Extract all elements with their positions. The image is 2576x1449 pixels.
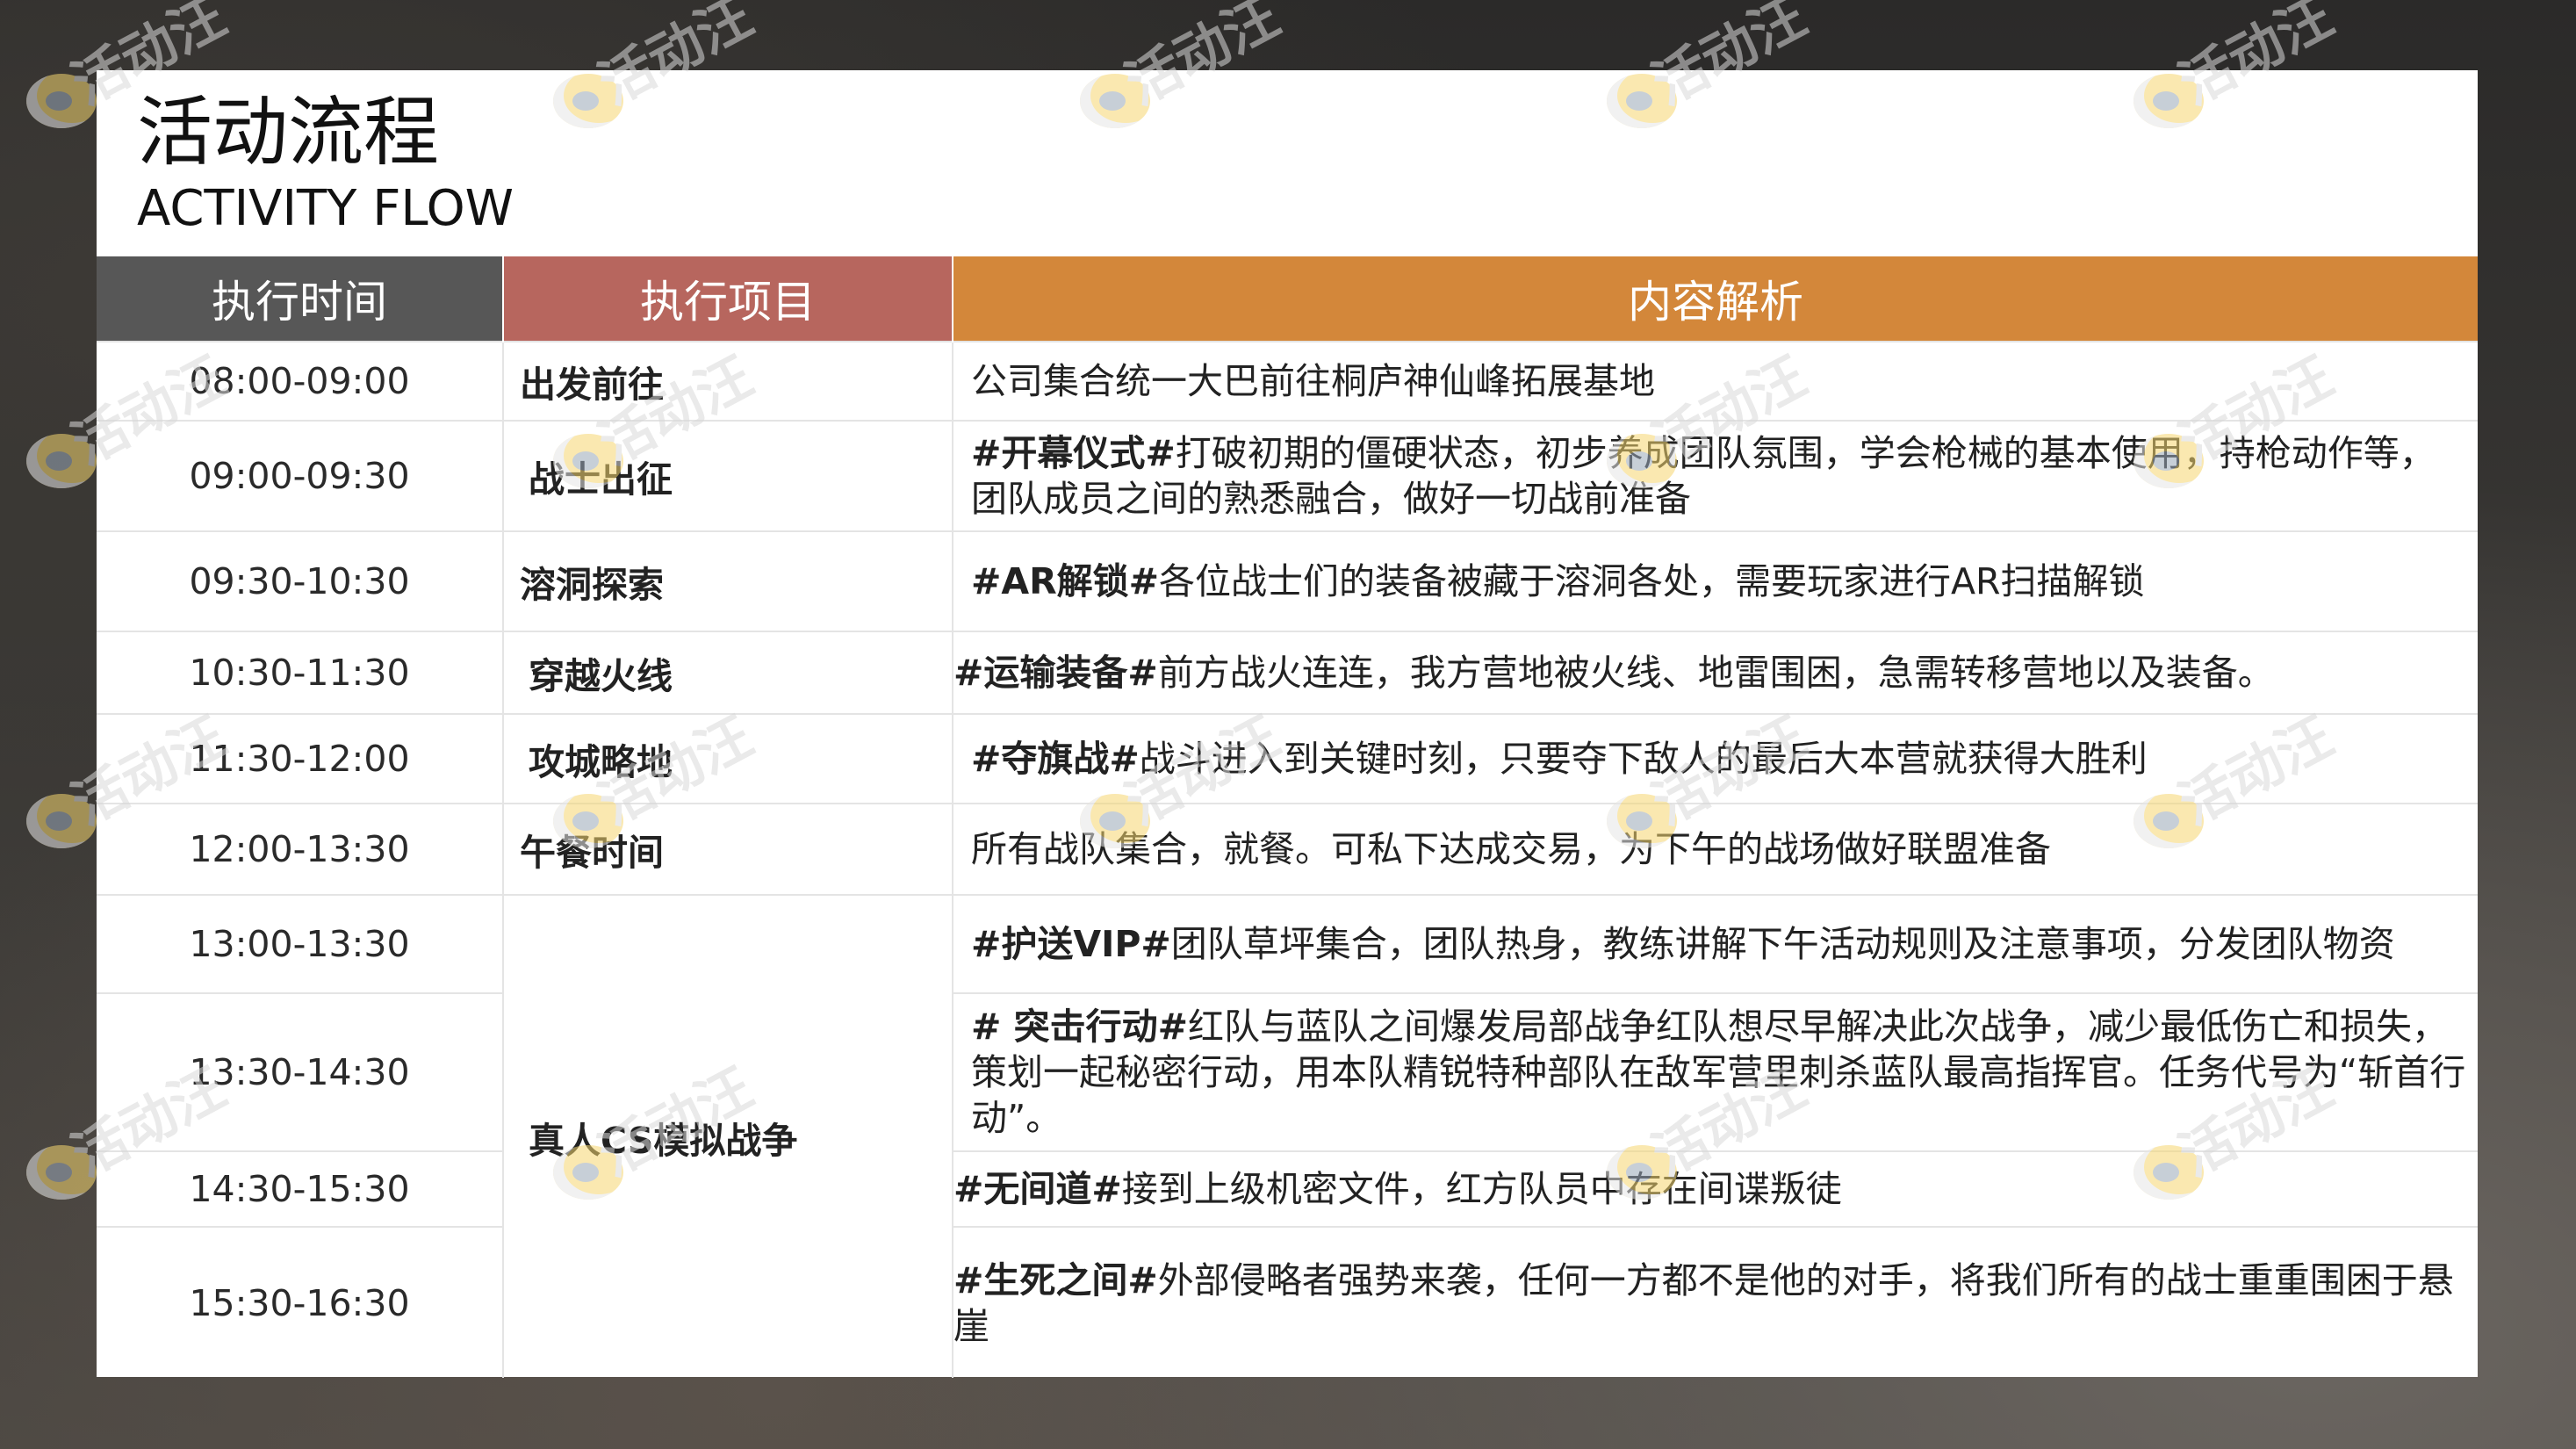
desc-cell: #无间道#接到上级机密文件，红方队员中存在间谍叛徒 xyxy=(953,1150,2478,1227)
header-desc: 内容解析 xyxy=(953,256,2478,342)
time-cell: 09:00-09:30 xyxy=(97,420,504,531)
time-cell: 12:00-13:30 xyxy=(97,803,504,895)
desc-text: 打破初期的僵硬状态，初步养成团队氛围，学会枪械的基本使用，持枪动作等，团队成员之… xyxy=(971,432,2436,520)
table-row: 14:30-15:30 #无间道#接到上级机密文件，红方队员中存在间谍叛徒 xyxy=(97,1150,2478,1227)
desc-text: 各位战士们的装备被藏于溶洞各处，需要玩家进行AR扫描解锁 xyxy=(1159,560,2145,602)
desc-tag: #夺旗战# xyxy=(971,738,1140,780)
table-row: 13:30-14:30 # 突击行动#红队与蓝队之间爆发局部战争红队想尽早解决此… xyxy=(97,992,2478,1151)
desc-tag: #护送VIP# xyxy=(971,923,1171,965)
desc-text: 外部侵略者强势来袭，任何一方都不是他的对手，将我们所有的战士重重围困于悬崖 xyxy=(953,1258,2454,1347)
table-row: 13:00-13:30 真人CS模拟战争 #护送VIP#团队草坪集合，团队热身，… xyxy=(97,894,2478,1378)
desc-cell: #运输装备#前方战火连连，我方营地被火线、地雷围困，急需转移营地以及装备。 xyxy=(953,631,2478,714)
page-title: 活动流程 xyxy=(137,89,439,177)
schedule-table: 执行时间 执行项目 内容解析 08:00-09:00 出发前往 公司集合统一大巴… xyxy=(97,256,2478,1378)
item-cell-merged: 真人CS模拟战争 xyxy=(503,894,953,1378)
desc-cell: #护送VIP#团队草坪集合，团队热身，教练讲解下午活动规则及注意事项，分发团队物… xyxy=(953,894,2478,993)
header-item: 执行项目 xyxy=(503,256,953,342)
table-row: 10:30-11:30 穿越火线 #运输装备#前方战火连连，我方营地被火线、地雷… xyxy=(97,631,2478,714)
desc-text: 战斗进入到关键时刻，只要夺下敌人的最后大本营就获得大胜利 xyxy=(1139,738,2148,780)
desc-tag: #生死之间# xyxy=(953,1258,1158,1301)
item-cell: 出发前往 xyxy=(503,341,953,421)
time-cell: 13:00-13:30 xyxy=(97,894,504,993)
desc-tag: #AR解锁# xyxy=(971,560,1160,602)
time-cell: 09:30-10:30 xyxy=(97,530,504,631)
desc-cell: 公司集合统一大巴前往桐庐神仙峰拓展基地 xyxy=(953,341,2478,421)
title-block: 活动流程 ACTIVITY FLOW xyxy=(137,84,514,237)
table-row: 11:30-12:00 攻城略地 #夺旗战#战斗进入到关键时刻，只要夺下敌人的最… xyxy=(97,713,2478,804)
table-row: 12:00-13:30 午餐时间 所有战队集合，就餐。可私下达成交易，为下午的战… xyxy=(97,803,2478,895)
page-subtitle: ACTIVITY FLOW xyxy=(137,180,514,237)
time-cell: 08:00-09:00 xyxy=(97,341,504,421)
desc-cell: #开幕仪式#打破初期的僵硬状态，初步养成团队氛围，学会枪械的基本使用，持枪动作等… xyxy=(953,420,2478,531)
table-row: 15:30-16:30 #生死之间#外部侵略者强势来袭，任何一方都不是他的对手，… xyxy=(97,1226,2478,1378)
time-cell: 13:30-14:30 xyxy=(97,992,504,1151)
item-cell: 溶洞探索 xyxy=(503,530,953,631)
desc-text: 团队草坪集合，团队热身，教练讲解下午活动规则及注意事项，分发团队物资 xyxy=(1170,923,2395,965)
desc-cell: #AR解锁#各位战士们的装备被藏于溶洞各处，需要玩家进行AR扫描解锁 xyxy=(953,530,2478,631)
desc-tag: #开幕仪式# xyxy=(971,432,1176,474)
desc-text: 红队与蓝队之间爆发局部战争红队想尽早解决此次战争，减少最低伤亡和损失，策划一起秘… xyxy=(971,1006,2466,1139)
desc-tag: # 突击行动# xyxy=(971,1006,1188,1048)
desc-text: 所有战队集合，就餐。可私下达成交易，为下午的战场做好联盟准备 xyxy=(971,828,2051,870)
mascot-logo-icon xyxy=(26,74,97,128)
desc-text: 前方战火连连，我方营地被火线、地雷围困，急需转移营地以及装备。 xyxy=(1157,652,2274,694)
mascot-logo-icon xyxy=(26,794,97,848)
desc-text: 公司集合统一大巴前往桐庐神仙峰拓展基地 xyxy=(971,360,1655,402)
item-cell: 午餐时间 xyxy=(503,803,953,895)
header-time: 执行时间 xyxy=(97,256,504,342)
desc-cell: #夺旗战#战斗进入到关键时刻，只要夺下敌人的最后大本营就获得大胜利 xyxy=(953,713,2478,804)
desc-tag: #无间道# xyxy=(953,1168,1122,1210)
desc-text: 接到上级机密文件，红方队员中存在间谍叛徒 xyxy=(1121,1168,1842,1210)
desc-cell: #生死之间#外部侵略者强势来袭，任何一方都不是他的对手，将我们所有的战士重重围困… xyxy=(953,1226,2478,1378)
desc-tag: #运输装备# xyxy=(953,652,1158,694)
activity-flow-card: 活动流程 ACTIVITY FLOW 执行时间 执行项目 内容解析 08:00-… xyxy=(97,70,2478,1378)
table-header-row: 执行时间 执行项目 内容解析 xyxy=(97,256,2478,342)
desc-cell: 所有战队集合，就餐。可私下达成交易，为下午的战场做好联盟准备 xyxy=(953,803,2478,895)
time-cell: 10:30-11:30 xyxy=(97,631,504,714)
desc-cell: # 突击行动#红队与蓝队之间爆发局部战争红队想尽早解决此次战争，减少最低伤亡和损… xyxy=(953,992,2478,1151)
table-row: 08:00-09:00 出发前往 公司集合统一大巴前往桐庐神仙峰拓展基地 xyxy=(97,341,2478,421)
table-row: 09:30-10:30 溶洞探索 #AR解锁#各位战士们的装备被藏于溶洞各处，需… xyxy=(97,530,2478,631)
table-row: 09:00-09:30 战士出征 #开幕仪式#打破初期的僵硬状态，初步养成团队氛… xyxy=(97,420,2478,531)
time-cell: 14:30-15:30 xyxy=(97,1150,504,1227)
item-cell: 战士出征 xyxy=(503,420,953,531)
item-cell: 穿越火线 xyxy=(503,631,953,714)
mascot-logo-icon xyxy=(26,434,97,488)
time-cell: 15:30-16:30 xyxy=(97,1226,504,1378)
item-cell: 攻城略地 xyxy=(503,713,953,804)
time-cell: 11:30-12:00 xyxy=(97,713,504,804)
mascot-logo-icon xyxy=(26,1145,97,1200)
